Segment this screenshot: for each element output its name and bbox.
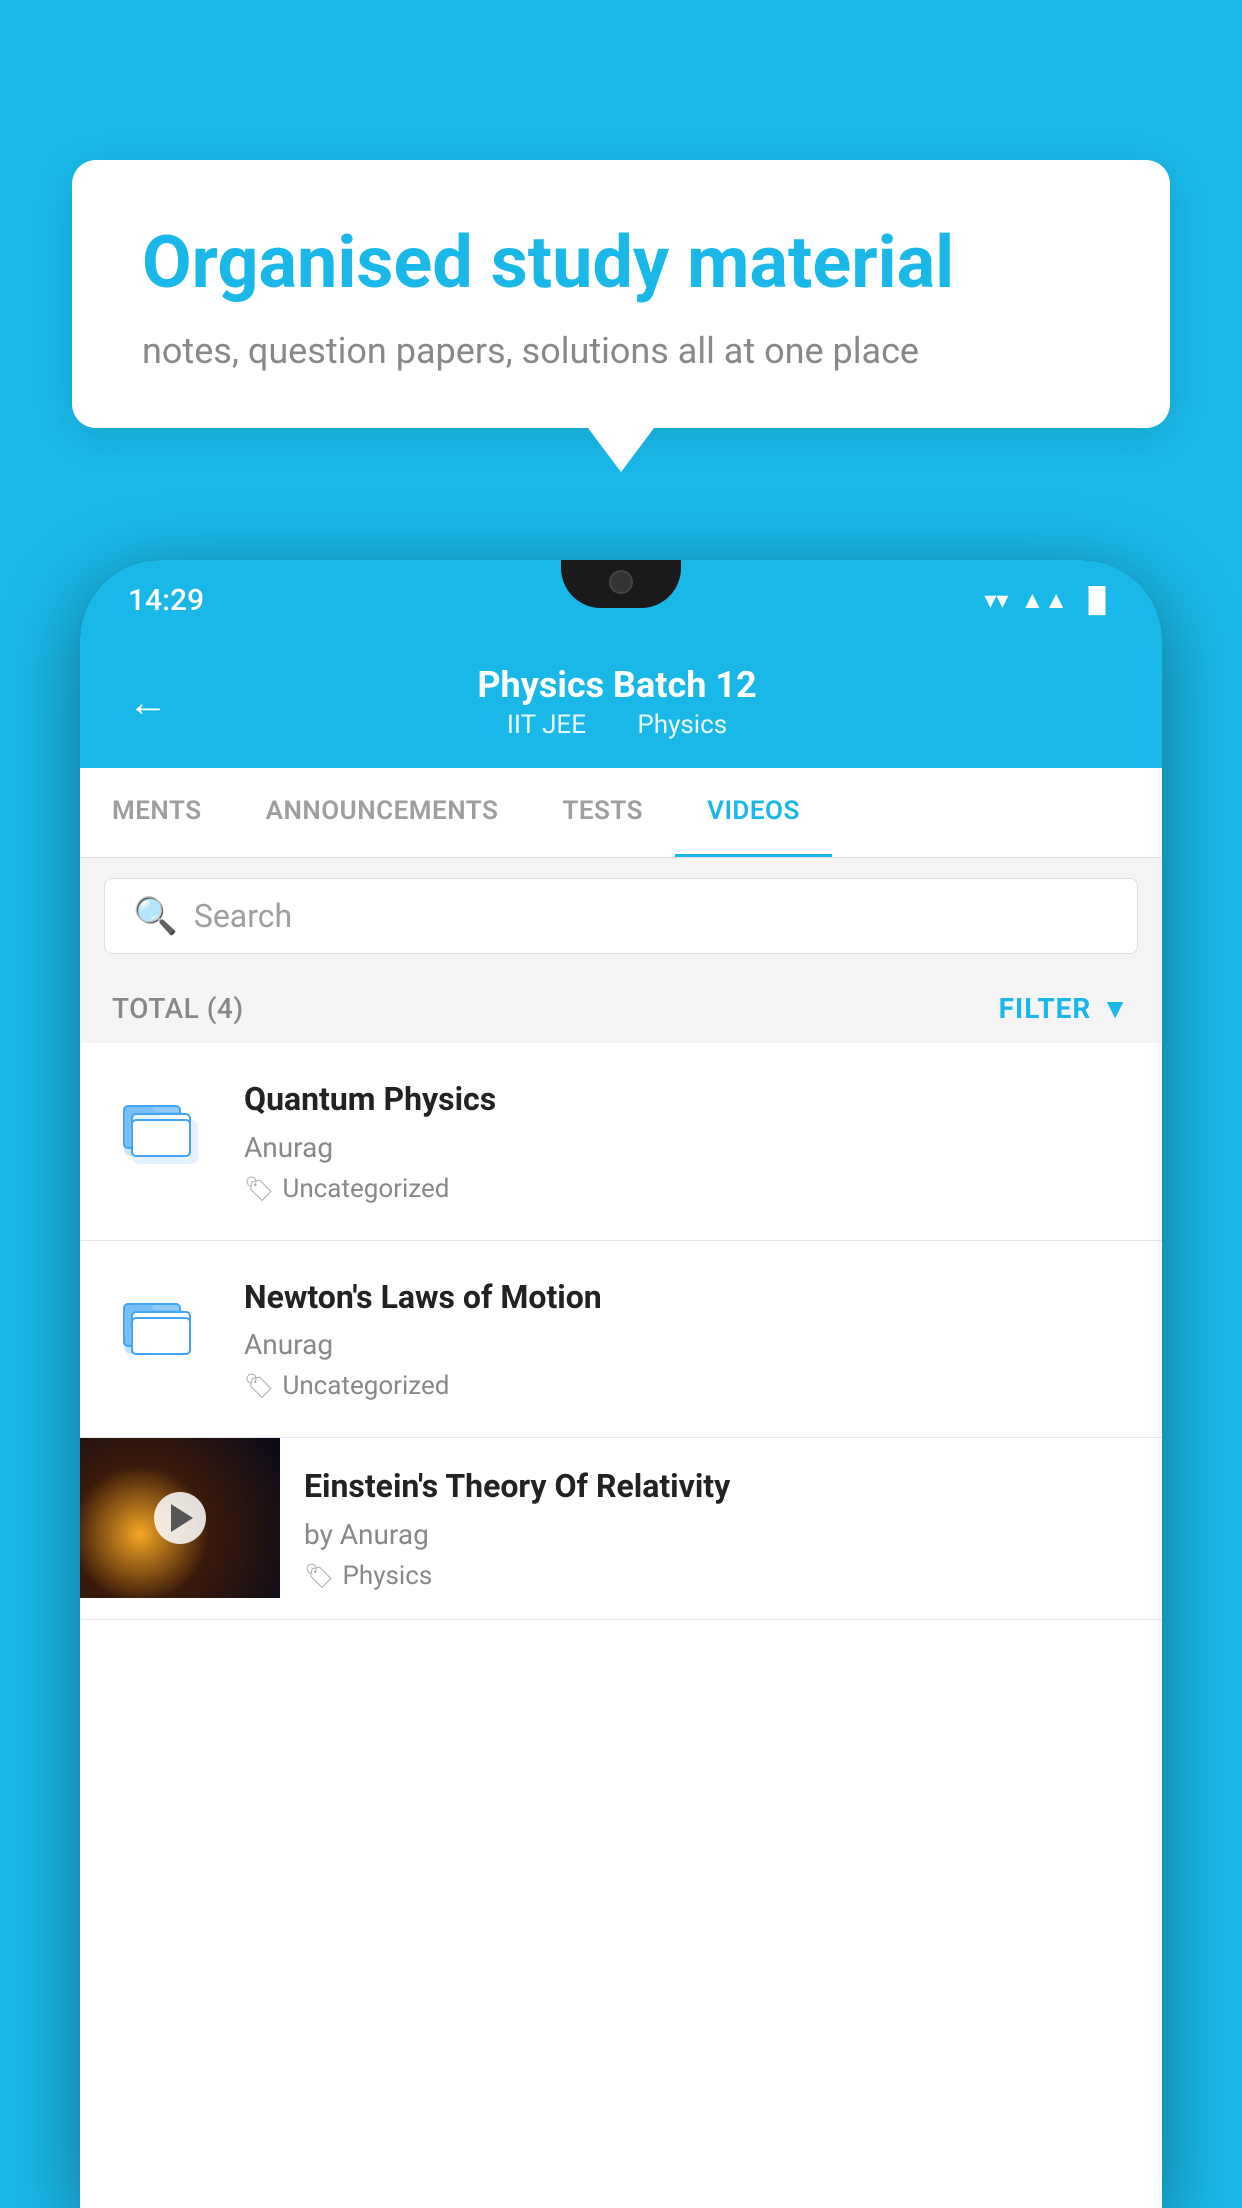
video-title: Einstein's Theory Of Relativity	[304, 1466, 1138, 1508]
video-info: Quantum Physics Anurag 🏷 Uncategorized	[244, 1079, 1130, 1204]
header-tag-iitjee: IIT JEE	[507, 710, 586, 740]
back-button[interactable]: ←	[128, 679, 168, 726]
video-info: Einstein's Theory Of Relativity by Anura…	[280, 1438, 1162, 1619]
signal-icon: ▲▲	[1020, 586, 1068, 615]
app-content: ← Physics Batch 12 IIT JEE Physics MENTS…	[80, 640, 1162, 2208]
tab-ments[interactable]: MENTS	[80, 768, 234, 857]
total-count: TOTAL (4)	[112, 992, 244, 1025]
header-info: Physics Batch 12 IIT JEE Physics	[200, 664, 1034, 740]
folder-icon	[112, 1277, 212, 1367]
list-item[interactable]: Newton's Laws of Motion Anurag 🏷 Uncateg…	[80, 1241, 1162, 1439]
tabs-bar: MENTS ANNOUNCEMENTS TESTS VIDEOS	[80, 768, 1162, 858]
video-author: Anurag	[244, 1131, 1130, 1164]
play-button[interactable]	[154, 1492, 206, 1544]
header-tag-separator	[608, 710, 621, 740]
tag-icon: 🏷	[304, 1562, 334, 1590]
search-placeholder: Search	[194, 897, 292, 935]
folder-icon	[112, 1079, 212, 1169]
video-thumbnail	[80, 1438, 280, 1598]
video-list: Quantum Physics Anurag 🏷 Uncategorized	[80, 1043, 1162, 1620]
camera	[609, 570, 633, 594]
app-header: ← Physics Batch 12 IIT JEE Physics	[80, 640, 1162, 768]
video-tag: 🏷 Physics	[304, 1561, 1138, 1591]
status-time: 14:29	[128, 583, 204, 618]
filter-button[interactable]: FILTER ▼	[999, 992, 1130, 1025]
video-tag: 🏷 Uncategorized	[244, 1371, 1130, 1401]
header-title: Physics Batch 12	[200, 664, 1034, 706]
status-icons: ▾▾ ▲▲ ▐▌	[984, 586, 1114, 615]
video-info: Newton's Laws of Motion Anurag 🏷 Uncateg…	[244, 1277, 1130, 1402]
tab-announcements[interactable]: ANNOUNCEMENTS	[234, 768, 531, 857]
header-tag-physics: Physics	[637, 710, 727, 740]
tag-label: Uncategorized	[282, 1371, 449, 1401]
filter-row: TOTAL (4) FILTER ▼	[80, 974, 1162, 1043]
list-item[interactable]: Quantum Physics Anurag 🏷 Uncategorized	[80, 1043, 1162, 1241]
notch	[561, 560, 681, 608]
wifi-icon: ▾▾	[984, 586, 1008, 614]
tag-label: Physics	[342, 1561, 432, 1591]
video-title: Newton's Laws of Motion	[244, 1277, 1130, 1319]
filter-icon: ▼	[1101, 992, 1130, 1025]
list-item[interactable]: Einstein's Theory Of Relativity by Anura…	[80, 1438, 1162, 1620]
filter-label: FILTER	[999, 992, 1092, 1025]
header-tags: IIT JEE Physics	[200, 710, 1034, 740]
video-author: Anurag	[244, 1328, 1130, 1361]
battery-icon: ▐▌	[1080, 586, 1114, 615]
phone-frame: 14:29 ▾▾ ▲▲ ▐▌ ← Physics Batch 12 IIT JE…	[80, 560, 1162, 2208]
search-box[interactable]: 🔍 Search	[104, 878, 1138, 954]
tag-icon: 🏷	[244, 1372, 274, 1400]
bubble-title: Organised study material	[142, 220, 1100, 306]
search-container: 🔍 Search	[80, 858, 1162, 974]
search-icon: 🔍	[133, 895, 178, 937]
status-bar: 14:29 ▾▾ ▲▲ ▐▌	[80, 560, 1162, 640]
speech-bubble: Organised study material notes, question…	[72, 160, 1170, 428]
tab-videos[interactable]: VIDEOS	[675, 768, 832, 857]
tab-tests[interactable]: TESTS	[530, 768, 675, 857]
video-title: Quantum Physics	[244, 1079, 1130, 1121]
tag-label: Uncategorized	[282, 1174, 449, 1204]
tag-icon: 🏷	[244, 1175, 274, 1203]
bubble-subtitle: notes, question papers, solutions all at…	[142, 330, 1100, 372]
video-author: by Anurag	[304, 1518, 1138, 1551]
thumb-gradient	[80, 1438, 280, 1598]
video-tag: 🏷 Uncategorized	[244, 1174, 1130, 1204]
play-icon	[171, 1504, 193, 1532]
